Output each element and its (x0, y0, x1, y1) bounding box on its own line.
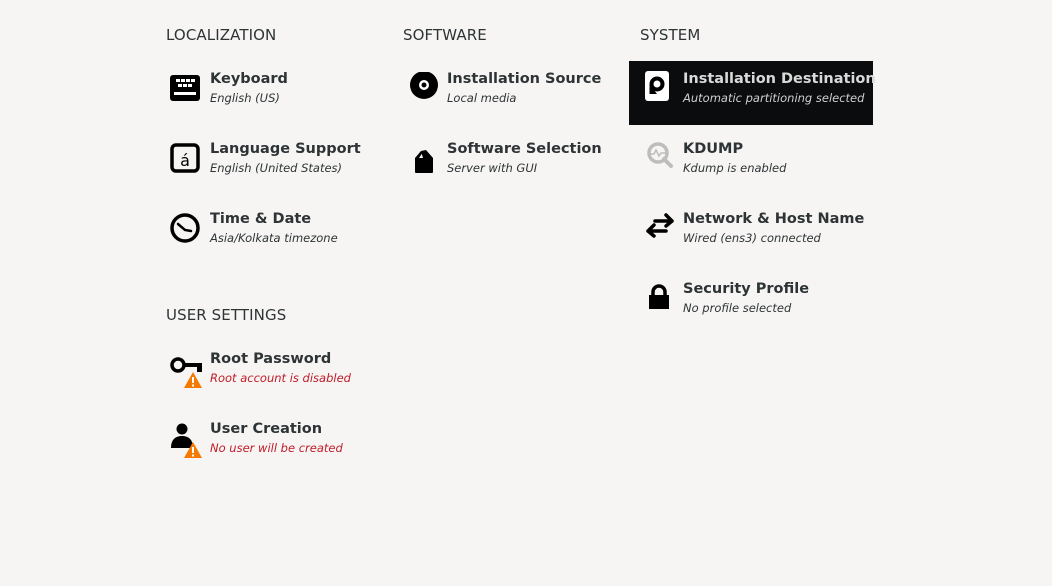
section-title-user-settings: USER SETTINGS (166, 305, 286, 325)
spoke-status-warning: No user will be created (210, 441, 343, 455)
svg-text:á: á (180, 151, 190, 170)
spoke-status-warning: Root account is disabled (210, 371, 351, 385)
spoke-status: Local media (447, 91, 516, 105)
spoke-keyboard[interactable]: Keyboard English (US) (156, 62, 400, 126)
spoke-installation-source[interactable]: Installation Source Local media (393, 62, 637, 126)
spoke-software-selection[interactable]: Software Selection Server with GUI (393, 132, 637, 196)
spoke-user-creation[interactable]: User Creation No user will be created (156, 412, 400, 476)
kdump-search-icon (641, 142, 677, 178)
language-icon: á (168, 142, 204, 178)
spoke-title: Language Support (210, 141, 361, 157)
spoke-title: Software Selection (447, 141, 602, 157)
clock-icon (168, 212, 204, 248)
spoke-network-host-name[interactable]: Network & Host Name Wired (ens3) connect… (629, 202, 873, 266)
spoke-title: Installation Source (447, 71, 601, 87)
spoke-root-password[interactable]: Root Password Root account is disabled (156, 342, 400, 406)
section-title-localization: LOCALIZATION (166, 25, 276, 45)
spoke-title: Security Profile (683, 281, 809, 297)
lock-icon (641, 282, 677, 318)
warning-icon (184, 372, 202, 392)
package-icon (405, 142, 441, 178)
spoke-title: Installation Destination (683, 71, 876, 87)
spoke-status: Automatic partitioning selected (683, 91, 864, 105)
spoke-title: User Creation (210, 421, 322, 437)
spoke-status: No profile selected (683, 301, 791, 315)
spoke-title: Network & Host Name (683, 211, 864, 227)
spoke-status: Server with GUI (447, 161, 537, 175)
spoke-kdump[interactable]: KDUMP Kdump is enabled (629, 132, 873, 196)
spoke-status: Wired (ens3) connected (683, 231, 821, 245)
spoke-title: Root Password (210, 351, 331, 367)
spoke-language-support[interactable]: á Language Support English (United State… (156, 132, 400, 196)
spoke-status: Kdump is enabled (683, 161, 786, 175)
section-title-system: SYSTEM (629, 25, 700, 45)
spoke-status: English (US) (210, 91, 280, 105)
spoke-installation-destination[interactable]: Installation Destination Automatic parti… (629, 61, 873, 125)
spoke-security-profile[interactable]: Security Profile No profile selected (629, 272, 873, 336)
network-arrows-icon (641, 212, 677, 248)
section-title-software: SOFTWARE (403, 25, 487, 45)
warning-icon (184, 442, 202, 462)
spoke-time-date[interactable]: Time & Date Asia/Kolkata timezone (156, 202, 400, 266)
spoke-title: KDUMP (683, 141, 743, 157)
disc-icon (405, 72, 441, 108)
keyboard-icon (168, 72, 204, 108)
spoke-title: Keyboard (210, 71, 288, 87)
spoke-status: Asia/Kolkata timezone (210, 231, 338, 245)
hard-disk-icon (641, 71, 677, 107)
spoke-title: Time & Date (210, 211, 311, 227)
spoke-status: English (United States) (210, 161, 342, 175)
